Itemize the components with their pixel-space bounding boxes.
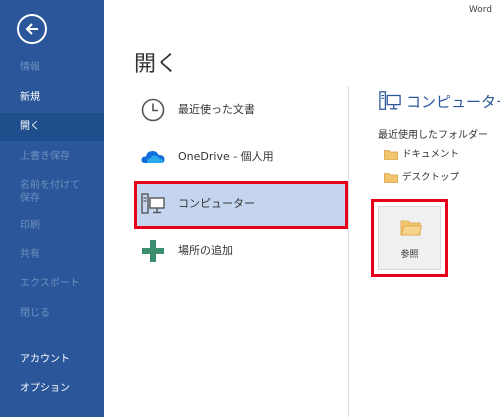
place-label: コンピューター [178,197,255,210]
back-button[interactable] [17,14,47,44]
app-name: Word [468,5,492,15]
clock-icon [141,98,165,122]
folder-icon [384,150,398,160]
nav-save[interactable]: 上書き保存 [0,143,104,171]
computer-panel-title: コンピューター [378,90,500,114]
page-title: 開く [134,52,179,77]
place-label: OneDrive - 個人用 [178,150,274,163]
nav-save-as-line1: 名前を付けて [20,180,80,191]
folder-icon [384,173,398,183]
backstage-sidebar: 情報 新規 開く 上書き保存 名前を付けて 保存 印刷 共有 エクスポート 閉じ… [0,0,104,417]
place-label: 場所の追加 [178,244,233,257]
nav-options[interactable]: オプション [0,375,104,403]
plus-icon [142,240,164,262]
nav-close[interactable]: 閉じる [0,300,104,328]
computer-panel-title-text: コンピューター [406,93,500,111]
browse-label: 参照 [400,250,419,260]
nav-open[interactable]: 開く [0,113,104,141]
browse-highlight: 参照 [371,199,448,277]
back-arrow-icon [25,23,38,35]
folder-label: ドキュメント [402,149,460,160]
place-onedrive[interactable]: OneDrive - 個人用 [134,134,348,180]
computer-icon [141,193,165,214]
nav-print[interactable]: 印刷 [0,212,104,240]
nav-new[interactable]: 新規 [0,84,104,112]
nav-export[interactable]: エクスポート [0,270,104,298]
computer-icon [379,91,401,110]
nav-info[interactable]: 情報 [0,54,104,82]
place-add-location[interactable]: 場所の追加 [134,228,348,274]
nav-share[interactable]: 共有 [0,241,104,269]
nav-save-as[interactable]: 名前を付けて 保存 [0,178,104,206]
place-computer[interactable]: コンピューター [134,181,348,229]
folder-open-icon [400,220,422,236]
place-recent-documents[interactable]: 最近使った文書 [134,87,348,133]
nav-save-as-line2: 保存 [20,193,40,204]
folder-label: デスクトップ [402,172,460,183]
panel-divider [348,86,349,417]
recent-folders-label: 最近使用したフォルダー [378,130,488,141]
nav-account[interactable]: アカウント [0,346,104,374]
browse-button[interactable]: 参照 [378,206,441,270]
onedrive-cloud-icon [141,151,165,163]
place-label: 最近使った文書 [178,103,255,116]
